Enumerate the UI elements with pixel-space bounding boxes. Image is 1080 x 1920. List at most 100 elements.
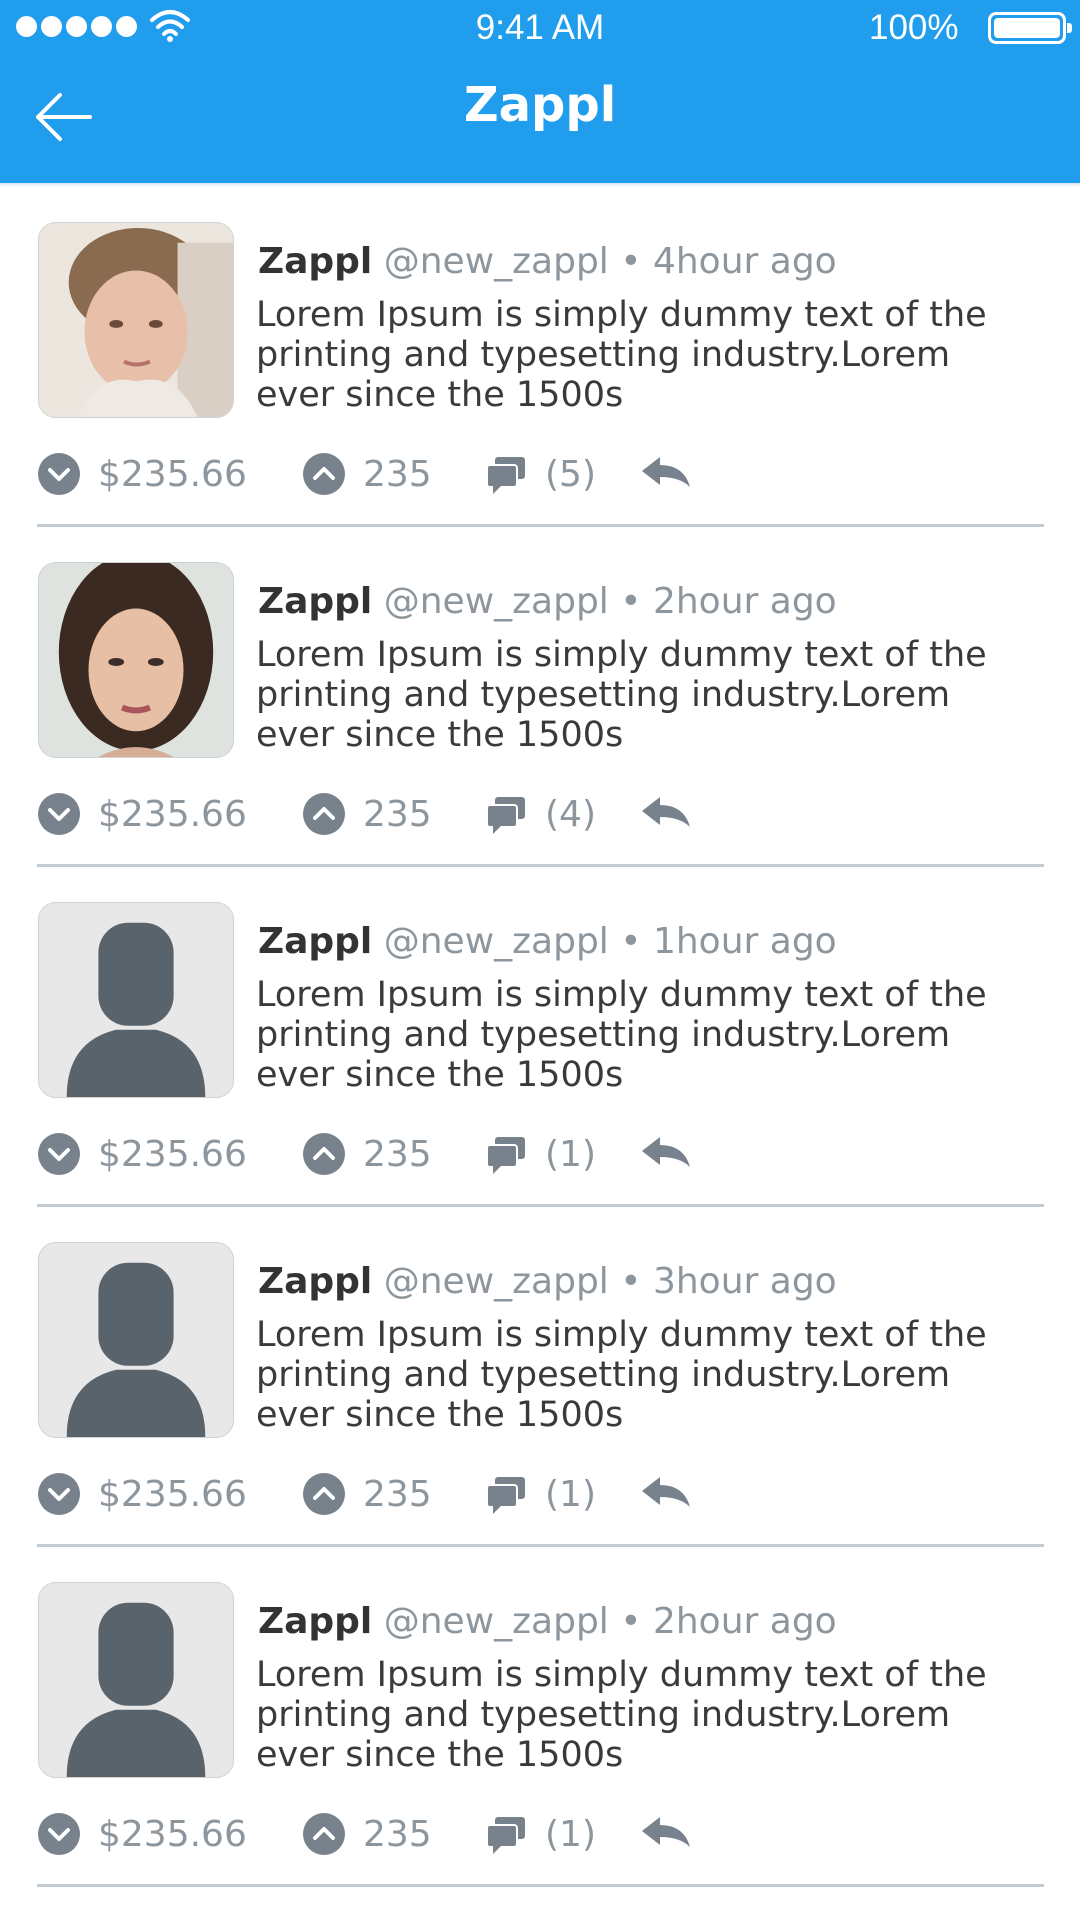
- battery-percent: 100%: [869, 8, 959, 47]
- comment-count: (1): [545, 1813, 596, 1855]
- default-user-icon: [39, 903, 233, 1097]
- comments-button[interactable]: (1): [485, 1473, 596, 1515]
- comments-button[interactable]: (1): [485, 1133, 596, 1175]
- upvote-button[interactable]: 235: [303, 1133, 432, 1175]
- chevron-down-circle-icon: [38, 793, 80, 835]
- avatar[interactable]: [38, 562, 234, 758]
- post-time: 3hour ago: [652, 1261, 837, 1302]
- header-bar: Zappl: [0, 57, 1080, 183]
- comment-bubbles-icon: [486, 797, 525, 834]
- reply-arrow-icon: [642, 1137, 690, 1167]
- meta-separator: •: [620, 1601, 642, 1642]
- meta-separator: •: [620, 1261, 642, 1302]
- avatar[interactable]: [38, 222, 234, 418]
- upvote-button[interactable]: 235: [303, 793, 432, 835]
- reply-button[interactable]: [640, 793, 692, 835]
- post-text: Lorem Ipsum is simply dummy text of the …: [256, 1315, 987, 1435]
- post-item[interactable]: Zappl @new_zappl • 2hour ago Lorem Ipsum…: [0, 1547, 1080, 1887]
- default-user-icon: [39, 1583, 233, 1777]
- author-handle[interactable]: @new_zappl: [384, 581, 609, 622]
- meta-separator: •: [620, 241, 642, 282]
- page-title: Zappl: [463, 77, 617, 133]
- comments-button[interactable]: (1): [485, 1813, 596, 1855]
- chevron-up-circle-icon: [303, 1813, 345, 1855]
- reply-button[interactable]: [640, 1133, 692, 1175]
- author-handle[interactable]: @new_zappl: [384, 1601, 609, 1642]
- comment-bubbles-icon: [486, 1817, 525, 1854]
- chevron-down-circle-icon: [38, 1473, 80, 1515]
- vote-count: 235: [363, 1813, 432, 1855]
- author-name[interactable]: Zappl: [258, 1601, 372, 1642]
- reply-button[interactable]: [640, 1473, 692, 1515]
- reply-arrow-icon: [642, 457, 690, 487]
- downvote-button[interactable]: $235.66: [38, 1133, 247, 1175]
- reply-arrow-icon: [642, 1817, 690, 1847]
- chevron-up-circle-icon: [303, 1133, 345, 1175]
- battery-icon: [988, 12, 1072, 44]
- status-bar: 9:41 AM 100%: [0, 0, 1080, 57]
- post-time: 2hour ago: [652, 1601, 837, 1642]
- post-item[interactable]: Zappl @new_zappl • 1hour ago Lorem Ipsum…: [0, 867, 1080, 1207]
- comment-count: (1): [545, 1133, 596, 1175]
- avatar[interactable]: [38, 1242, 234, 1438]
- author-handle[interactable]: @new_zappl: [384, 921, 609, 962]
- post-time: 4hour ago: [652, 241, 837, 282]
- post-divider: [37, 1884, 1044, 1887]
- post-meta: Zappl @new_zappl • 2hour ago: [258, 581, 837, 622]
- vote-count: 235: [363, 793, 432, 835]
- woman-photo-icon: [39, 563, 233, 757]
- upvote-button[interactable]: 235: [303, 453, 432, 495]
- chevron-up-circle-icon: [303, 453, 345, 495]
- default-user-icon: [39, 1243, 233, 1437]
- price-label: $235.66: [98, 453, 247, 495]
- post-text: Lorem Ipsum is simply dummy text of the …: [256, 295, 987, 415]
- post-item[interactable]: Zappl @new_zappl • 4hour ago Lorem Ipsum…: [0, 187, 1080, 527]
- author-name[interactable]: Zappl: [258, 921, 372, 962]
- downvote-button[interactable]: $235.66: [38, 453, 247, 495]
- comment-count: (1): [545, 1473, 596, 1515]
- post-item[interactable]: Zappl @new_zappl • 3hour ago Lorem Ipsum…: [0, 1207, 1080, 1547]
- author-handle[interactable]: @new_zappl: [384, 241, 609, 282]
- post-meta: Zappl @new_zappl • 1hour ago: [258, 921, 837, 962]
- downvote-button[interactable]: $235.66: [38, 1473, 247, 1515]
- meta-separator: •: [620, 581, 642, 622]
- meta-separator: •: [620, 921, 642, 962]
- author-name[interactable]: Zappl: [258, 1261, 372, 1302]
- price-label: $235.66: [98, 793, 247, 835]
- reply-arrow-icon: [642, 1477, 690, 1507]
- woman-photo-icon: [39, 223, 233, 417]
- post-feed: Zappl @new_zappl • 4hour ago Lorem Ipsum…: [0, 187, 1080, 1887]
- price-label: $235.66: [98, 1473, 247, 1515]
- upvote-button[interactable]: 235: [303, 1473, 432, 1515]
- avatar[interactable]: [38, 1582, 234, 1778]
- downvote-button[interactable]: $235.66: [38, 1813, 247, 1855]
- chevron-up-circle-icon: [303, 1473, 345, 1515]
- vote-count: 235: [363, 1473, 432, 1515]
- post-time: 1hour ago: [652, 921, 837, 962]
- author-handle[interactable]: @new_zappl: [384, 1261, 609, 1302]
- reply-button[interactable]: [640, 453, 692, 495]
- chevron-down-circle-icon: [38, 1133, 80, 1175]
- chevron-up-circle-icon: [303, 793, 345, 835]
- post-meta: Zappl @new_zappl • 2hour ago: [258, 1601, 837, 1642]
- comment-bubbles-icon: [486, 1477, 525, 1514]
- reply-button[interactable]: [640, 1813, 692, 1855]
- comments-button[interactable]: (5): [485, 453, 596, 495]
- comment-bubbles-icon: [486, 457, 525, 494]
- comments-button[interactable]: (4): [485, 793, 596, 835]
- author-name[interactable]: Zappl: [258, 241, 372, 282]
- comment-count: (5): [545, 453, 596, 495]
- reply-arrow-icon: [642, 797, 690, 827]
- avatar[interactable]: [38, 902, 234, 1098]
- post-item[interactable]: Zappl @new_zappl • 2hour ago Lorem Ipsum…: [0, 527, 1080, 867]
- post-meta: Zappl @new_zappl • 4hour ago: [258, 241, 837, 282]
- post-time: 2hour ago: [652, 581, 837, 622]
- price-label: $235.66: [98, 1133, 247, 1175]
- post-meta: Zappl @new_zappl • 3hour ago: [258, 1261, 837, 1302]
- chevron-down-circle-icon: [38, 1813, 80, 1855]
- author-name[interactable]: Zappl: [258, 581, 372, 622]
- downvote-button[interactable]: $235.66: [38, 793, 247, 835]
- upvote-button[interactable]: 235: [303, 1813, 432, 1855]
- comment-count: (4): [545, 793, 596, 835]
- chevron-down-circle-icon: [38, 453, 80, 495]
